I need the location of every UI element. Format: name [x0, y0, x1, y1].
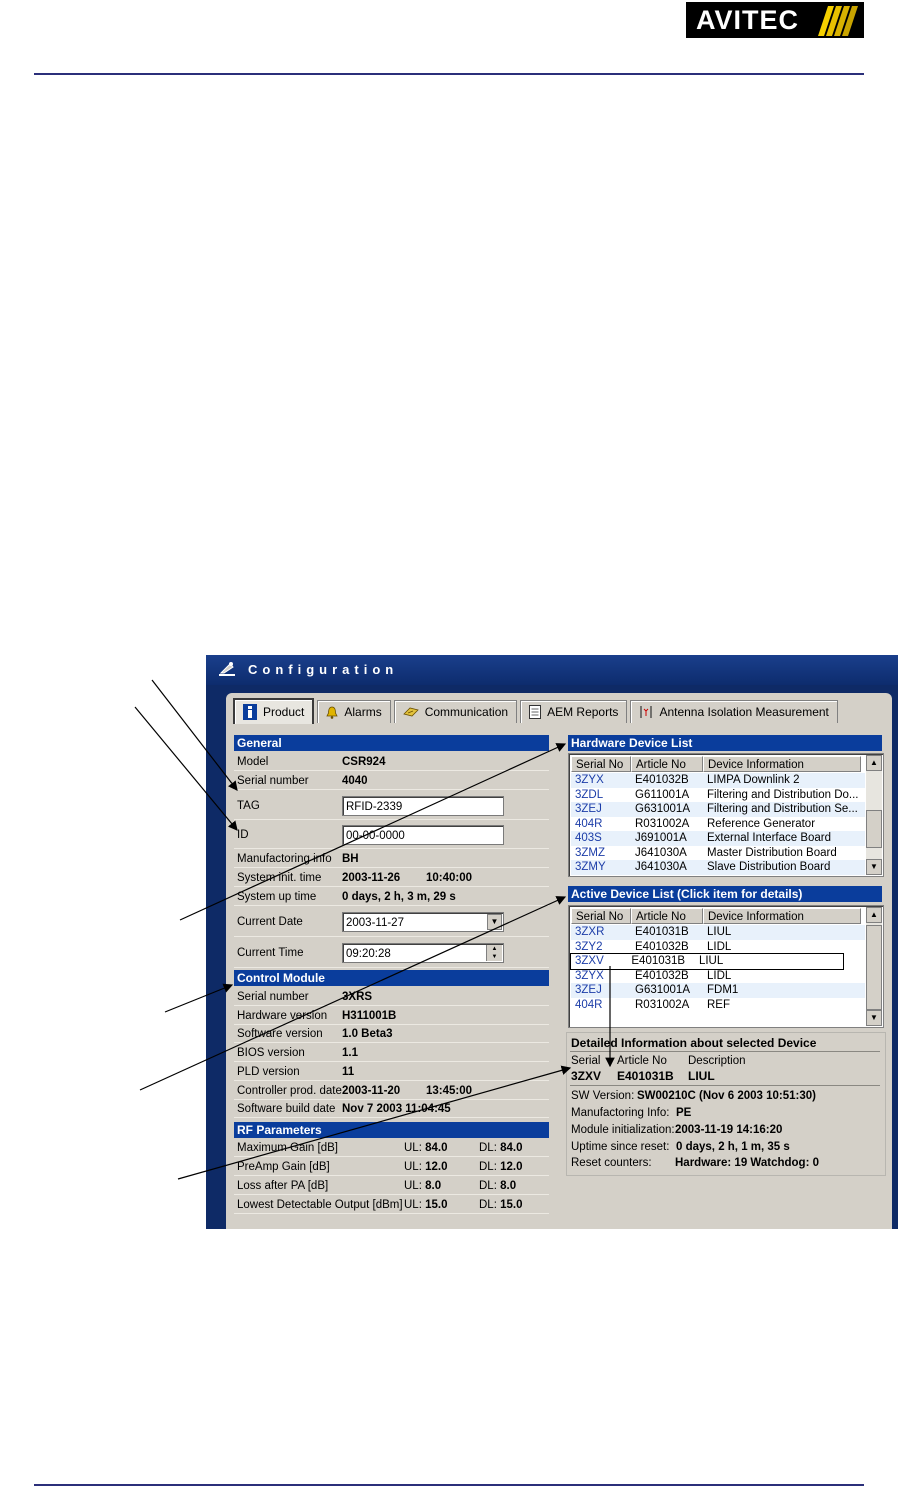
footer-rule — [34, 1484, 864, 1486]
annotation-arrow-hardware-list — [179, 743, 567, 921]
annotation-arrow-active-list — [139, 896, 567, 1091]
annotation-arrow-serial — [151, 679, 238, 791]
annotation-arrow-control-module — [164, 983, 234, 1013]
annotation-arrows — [134, 679, 615, 1180]
annotation-arrow-id — [134, 706, 238, 831]
annotation-arrow-detail — [177, 1065, 572, 1180]
